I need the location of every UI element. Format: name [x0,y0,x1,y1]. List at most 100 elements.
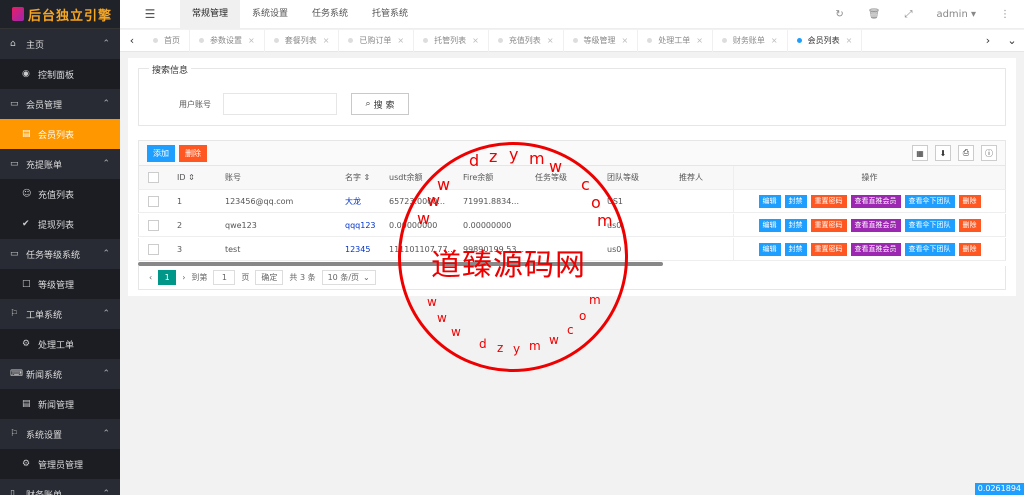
page-tab-5[interactable]: 充值列表 × [489,29,564,52]
add-button[interactable]: 添加 [147,145,175,162]
row-checkbox[interactable] [147,195,159,207]
row-action-2-button[interactable]: 重置密码 [810,242,847,256]
sidebar-group-1[interactable]: ▭ 会员管理 ⌃ [0,89,120,119]
trash-icon[interactable]: 🗑 [868,9,881,20]
member-table: 添加 删除 ▦ ⬇ ⎙ ⓘ ID ⇕ 账号 名字 ⇕ usdt余额 Fire余额… [138,140,1006,290]
row-action-5-button[interactable]: 删除 [958,194,981,208]
sidebar-item-0-0[interactable]: ◉ 控制面板 [0,59,120,89]
row-action-1-button[interactable]: 封禁 [784,242,807,256]
prev-page-icon[interactable]: ‹ [149,273,152,282]
gear-icon: ⚙ [22,339,31,349]
page-tab-4[interactable]: 托管列表 × [414,29,489,52]
cell-name[interactable]: 大龙 [335,196,383,207]
row-action-0-button[interactable]: 编辑 [758,242,781,256]
row-action-3-button[interactable]: 查看直推会员 [850,194,901,208]
row-action-5-button[interactable]: 删除 [958,218,981,232]
tabs-right-arrow-icon[interactable]: › [976,34,1000,47]
sidebar-group-0[interactable]: ⌂ 主页 ⌃ [0,29,120,59]
page-tab-2[interactable]: 套餐列表 × [265,29,340,52]
top-tab-system[interactable]: 系统设置 [240,0,300,29]
close-icon[interactable]: × [846,36,853,45]
close-icon[interactable]: × [323,36,330,45]
sidebar-group-4[interactable]: ⚐ 工单系统 ⌃ [0,299,120,329]
tabs-left-arrow-icon[interactable]: ‹ [120,34,144,47]
info-icon[interactable]: ⓘ [981,145,997,161]
sidebar-item-2-0[interactable]: ☺ 充值列表 [0,179,120,209]
chevron-up-icon: ⌃ [102,309,110,319]
page-tab-7[interactable]: 处理工单 × [638,29,713,52]
sidebar-item-1-0[interactable]: ▤ 会员列表 [0,119,120,149]
member-icon: ▭ [10,99,19,109]
page-tab-3[interactable]: 已购订单 × [339,29,415,52]
sidebar-group-5[interactable]: ⌨ 新闻系统 ⌃ [0,359,120,389]
row-checkbox[interactable] [147,219,159,231]
row-action-1-button[interactable]: 封禁 [784,218,807,232]
chevron-up-icon: ⌃ [102,369,110,379]
more-icon[interactable]: ⋮ [1000,9,1010,20]
page-tab-0[interactable]: 首页 [144,29,190,52]
header-team-level: 团队等级 [607,173,639,182]
row-action-0-button[interactable]: 编辑 [758,194,781,208]
header-name[interactable]: 名字 ⇕ [335,172,383,183]
select-all-checkbox[interactable] [147,172,159,183]
cell-name[interactable]: qqq123 [335,221,383,230]
cell-team-level: us0 [607,220,622,230]
top-tab-task[interactable]: 任务系统 [300,0,360,29]
top-tab-general[interactable]: 常规管理 [180,0,241,29]
sidebar-group-6[interactable]: ⚐ 系统设置 ⌃ [0,419,120,449]
goto-confirm-button[interactable]: 确定 [255,270,284,285]
sidebar-item-5-0[interactable]: ▤ 新闻管理 [0,389,120,419]
close-icon[interactable]: × [248,36,255,45]
sidebar-item-3-0[interactable]: □ 等级管理 [0,269,120,299]
close-icon[interactable]: × [696,36,703,45]
sidebar-group-3[interactable]: ▭ 任务等级系统 ⌃ [0,239,120,269]
page-tab-1[interactable]: 参数设置 × [190,29,265,52]
per-page-select[interactable]: 10 条/页 ⌄ [321,270,376,285]
tabs-dropdown-icon[interactable]: ⌄ [1000,34,1024,47]
next-page-icon[interactable]: › [182,273,185,282]
row-action-3-button[interactable]: 查看直推会员 [850,218,901,232]
columns-icon[interactable]: ▦ [912,145,928,161]
page-tab-8[interactable]: 财务账单 × [713,29,788,52]
top-tab-hosting[interactable]: 托管系统 [360,0,420,29]
sidebar-item-2-1[interactable]: ✔ 提现列表 [0,209,120,239]
check-circle-icon: ✔ [22,219,30,229]
delete-button[interactable]: 删除 [179,145,207,162]
current-page[interactable]: 1 [158,270,177,285]
close-icon[interactable]: × [771,36,778,45]
user-menu[interactable]: admin ▾ [936,9,976,20]
row-action-4-button[interactable]: 查看伞下团队 [904,194,955,208]
row-action-0-button[interactable]: 编辑 [758,218,781,232]
cell-name[interactable]: 12345 [335,245,383,254]
print-icon[interactable]: ⎙ [958,145,974,161]
row-action-2-button[interactable]: 重置密码 [810,194,847,208]
row-action-2-button[interactable]: 重置密码 [810,218,847,232]
row-action-1-button[interactable]: 封禁 [784,194,807,208]
close-icon[interactable]: × [547,36,554,45]
sidebar-item-4-0[interactable]: ⚙ 处理工单 [0,329,120,359]
goto-input[interactable]: 1 [213,270,236,285]
search-button[interactable]: ⌕ 搜 索 [351,93,409,115]
row-action-4-button[interactable]: 查看伞下团队 [904,242,955,256]
close-icon[interactable]: × [472,36,479,45]
sidebar-group-2[interactable]: ▭ 充提账单 ⌃ [0,149,120,179]
header-id[interactable]: ID ⇕ [167,173,215,182]
page-tab-6[interactable]: 等级管理 × [564,29,639,52]
refresh-icon[interactable]: ↻ [835,9,843,20]
sidebar-group-7[interactable]: ▯财务账单⌃ [0,479,120,495]
row-action-5-button[interactable]: 删除 [958,242,981,256]
page-tab-9[interactable]: 会员列表 × [788,29,863,52]
menu-toggle-icon[interactable]: ☰ [120,7,180,21]
sidebar-item-6-0[interactable]: ⚙ 管理员管理 [0,449,120,479]
logo[interactable]: 后台独立引擎 [0,0,120,29]
account-input[interactable] [223,93,337,115]
row-action-4-button[interactable]: 查看伞下团队 [904,218,955,232]
close-icon[interactable]: × [622,36,629,45]
close-icon[interactable]: × [397,36,404,45]
row-checkbox[interactable] [147,243,159,255]
export-icon[interactable]: ⬇ [935,145,951,161]
tab-dot-icon [796,38,802,43]
cell-id: 1 [177,196,183,206]
row-action-3-button[interactable]: 查看直推会员 [850,242,901,256]
fullscreen-icon[interactable]: ⤢ [904,9,912,20]
